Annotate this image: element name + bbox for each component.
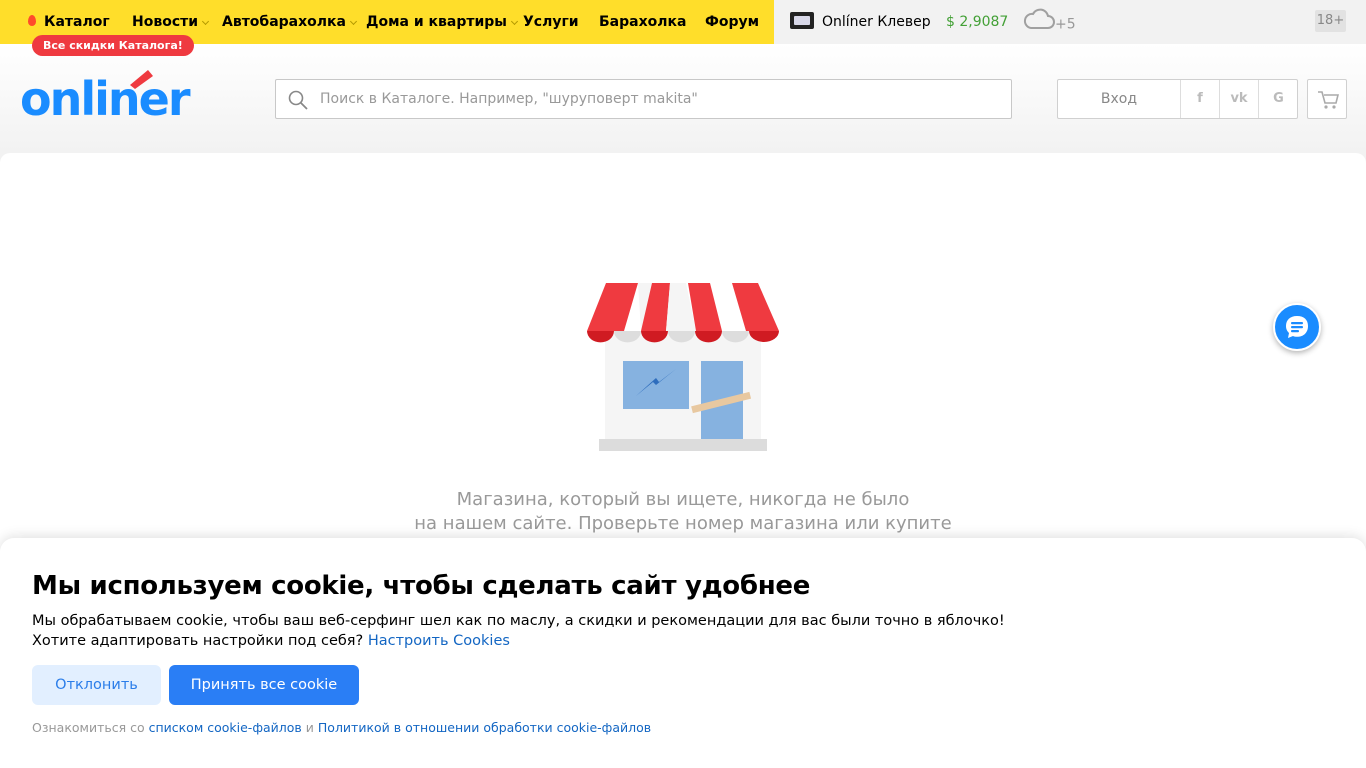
- auth-panel: Вход f vk G: [1057, 79, 1298, 119]
- chevron-down-icon: [202, 17, 210, 26]
- cookie-settings-link[interactable]: Настроить Cookies: [368, 633, 510, 649]
- nav-catalog[interactable]: Каталог: [28, 12, 110, 32]
- facebook-icon[interactable]: f: [1181, 80, 1220, 118]
- cookie-text-line-1: Мы обрабатываем cookie, чтобы ваш веб-се…: [32, 613, 1005, 629]
- nav-forum[interactable]: Форум: [705, 12, 759, 32]
- cloud-icon: [1023, 8, 1055, 37]
- nav-auto[interactable]: Автобарахолка: [222, 12, 358, 32]
- search-box[interactable]: [275, 79, 1012, 119]
- logo-graphic: onliner: [20, 70, 193, 126]
- cookie-text-line-2: Хотите адаптировать настройки под себя? …: [32, 633, 510, 649]
- card-icon: [790, 11, 814, 29]
- svg-text:onliner: onliner: [20, 72, 191, 118]
- search-icon: [288, 90, 308, 114]
- fire-icon: [28, 15, 36, 26]
- cookie-list-link[interactable]: списком cookie-файлов: [149, 720, 302, 735]
- message-line-2: на нашем сайте. Проверьте номер магазина…: [414, 513, 952, 534]
- nav-realty[interactable]: Дома и квартиры: [366, 12, 519, 32]
- chevron-down-icon: [349, 17, 358, 26]
- weather[interactable]: +5: [1023, 8, 1076, 39]
- chevron-down-icon: [510, 17, 519, 26]
- not-found-message: Магазина, который вы ищете, никогда не б…: [383, 488, 983, 536]
- cart-button[interactable]: [1307, 79, 1347, 119]
- onliner-logo[interactable]: onliner: [20, 68, 202, 126]
- chat-icon: [1286, 316, 1308, 338]
- cookie-footnote: Ознакомиться со списком cookie-файлов и …: [32, 720, 652, 735]
- cookie-description: Мы обрабатываем cookie, чтобы ваш веб-се…: [32, 611, 1005, 651]
- nav-services[interactable]: Услуги: [523, 12, 579, 32]
- clever-link[interactable]: Onlíner Клевер: [790, 11, 931, 32]
- promo-badge[interactable]: Все скидки Каталога!: [32, 35, 194, 56]
- cookie-policy-link[interactable]: Политикой в отношении обработки cookie-ф…: [318, 720, 651, 735]
- closed-store-illustration: [586, 283, 780, 457]
- header: onliner Вход f vk G: [0, 44, 1366, 153]
- currency-rate[interactable]: $ 2,9087: [946, 12, 1008, 32]
- accept-all-button[interactable]: Принять все cookie: [169, 665, 359, 705]
- chat-button[interactable]: [1273, 303, 1321, 351]
- login-button[interactable]: Вход: [1058, 80, 1181, 118]
- age-badge: 18+: [1315, 10, 1346, 32]
- decline-button[interactable]: Отклонить: [32, 665, 161, 705]
- search-input[interactable]: [320, 80, 1000, 118]
- cart-icon: [1318, 91, 1339, 109]
- cookie-banner: Мы используем cookie, чтобы сделать сайт…: [0, 538, 1366, 768]
- nav-baraholka[interactable]: Барахолка: [599, 12, 686, 32]
- top-bar: Каталог Новости Автобарахолка Дома и ква…: [0, 0, 1366, 44]
- message-line-1: Магазина, который вы ищете, никогда не б…: [456, 489, 910, 510]
- cookie-title: Мы используем cookie, чтобы сделать сайт…: [32, 571, 811, 601]
- vk-icon[interactable]: vk: [1220, 80, 1259, 118]
- nav-news[interactable]: Новости: [132, 12, 210, 32]
- google-icon[interactable]: G: [1259, 80, 1298, 118]
